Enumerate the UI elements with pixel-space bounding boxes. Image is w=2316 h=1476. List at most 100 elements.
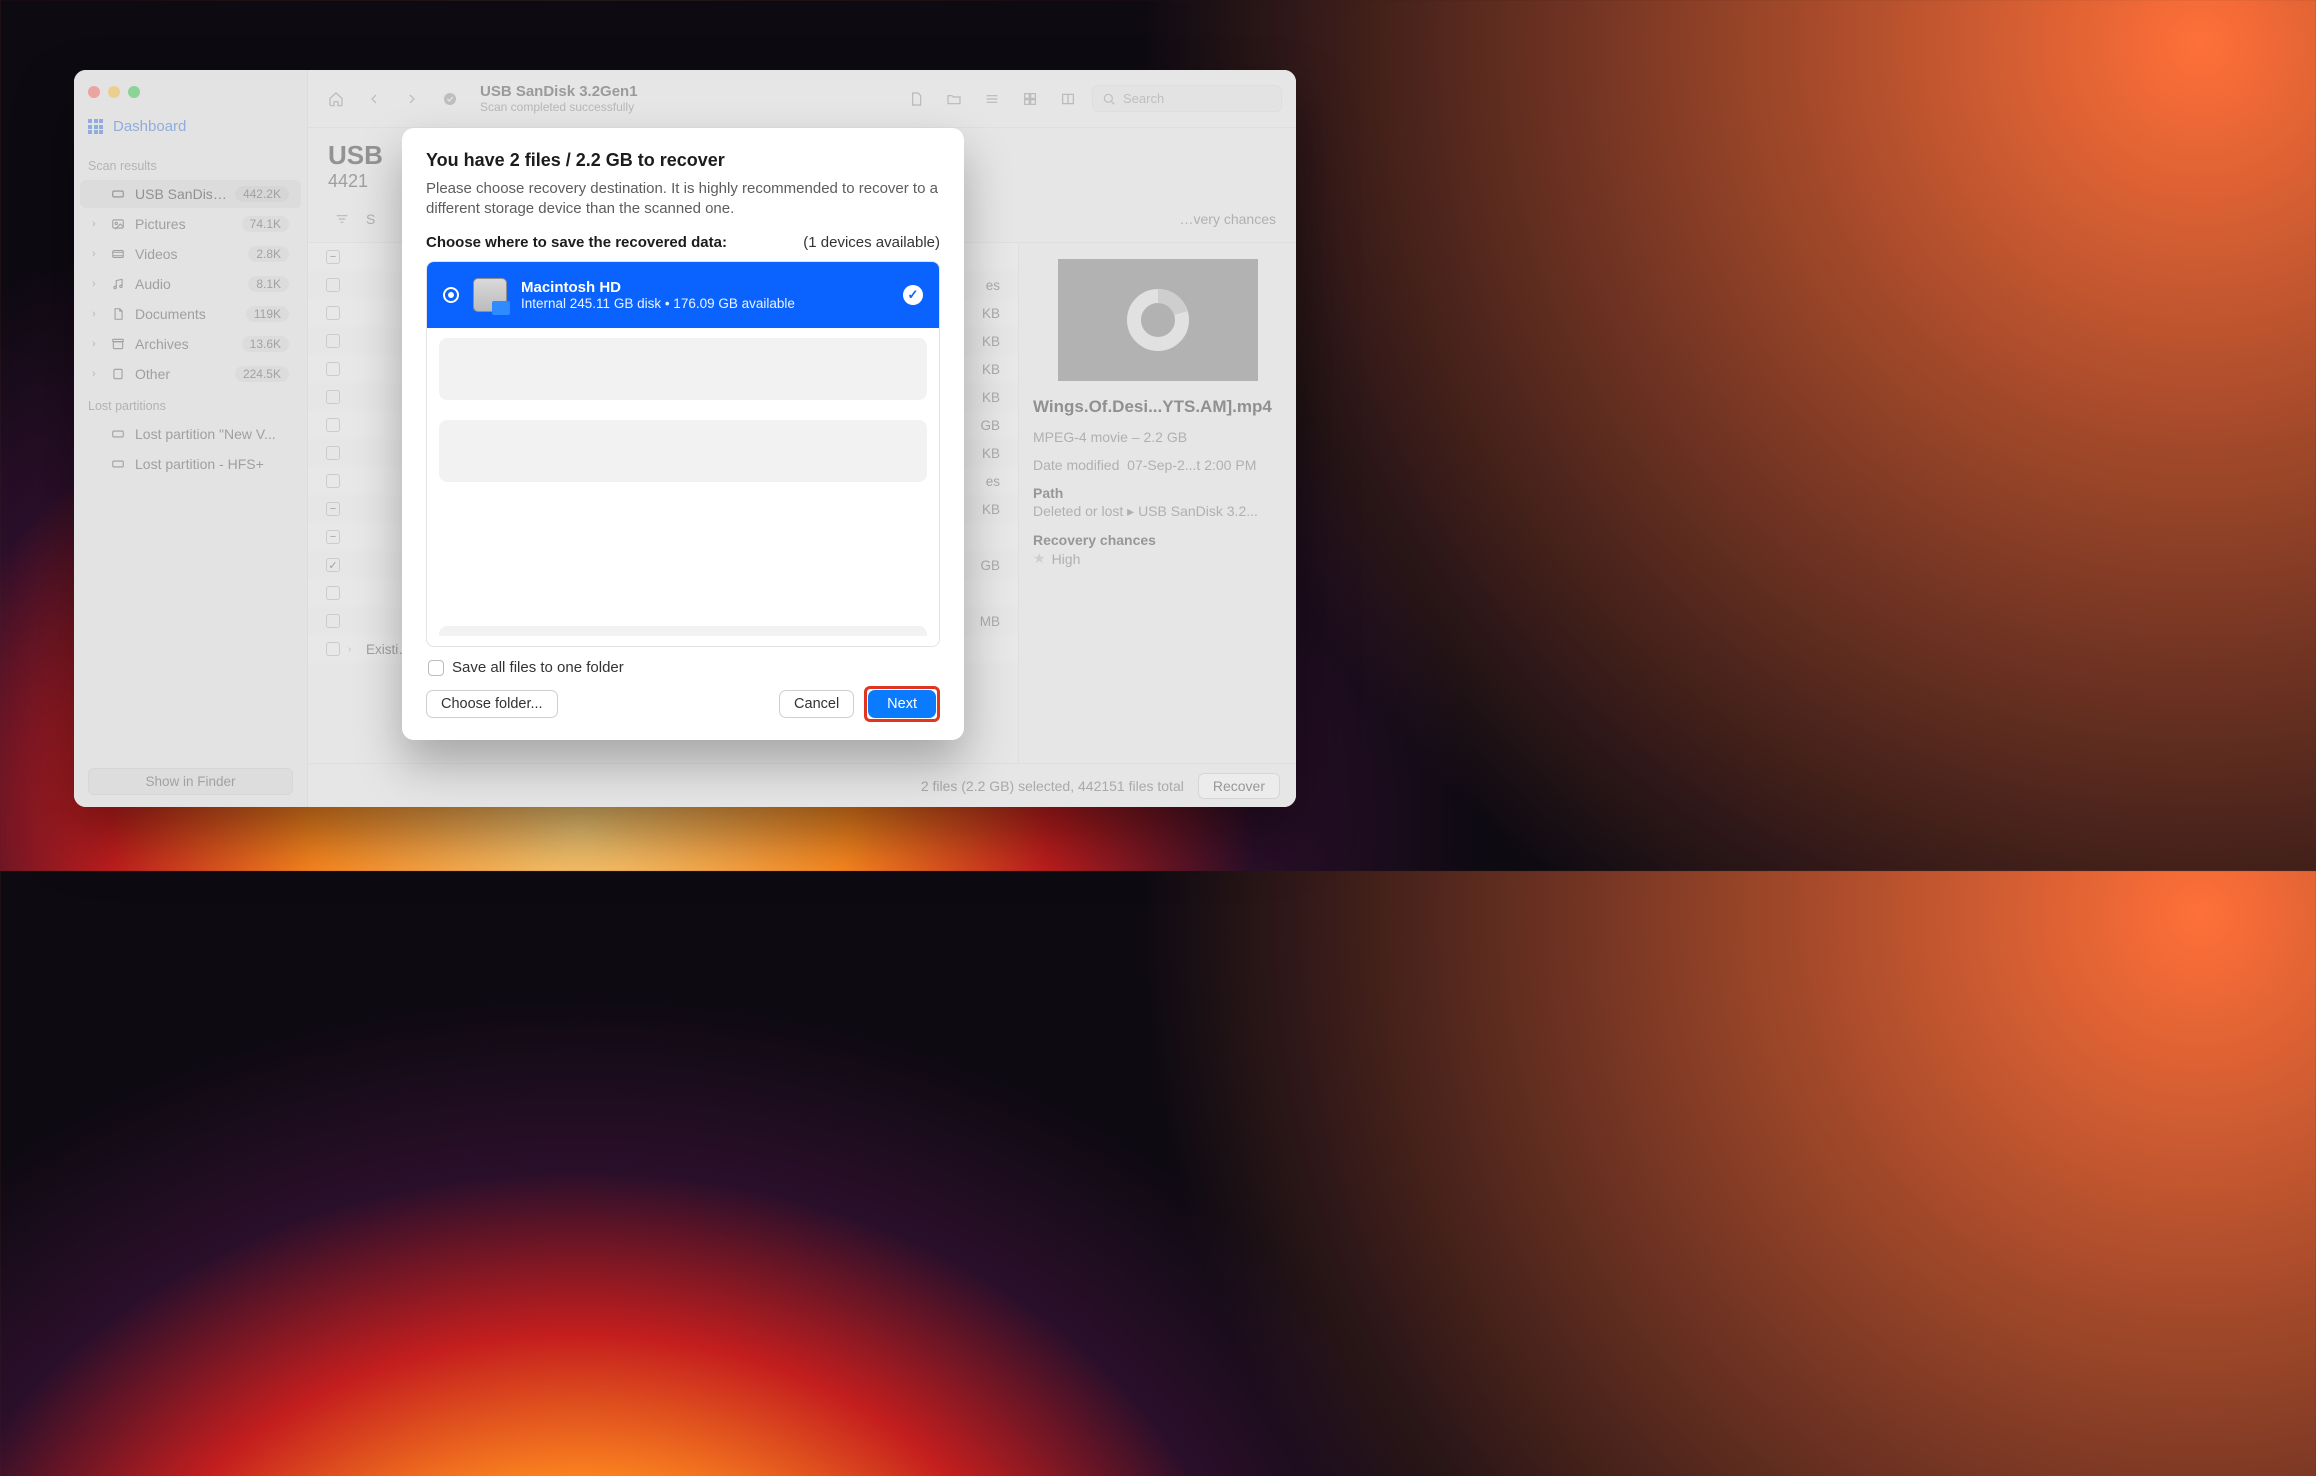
sidebar-item-audio[interactable]: › Audio 8.1K [80,270,301,298]
sidebar-item-other[interactable]: › Other 224.5K [80,360,301,388]
sidebar-item-badge: 224.5K [235,366,289,382]
drive-icon [109,187,127,201]
dialog-subheader: Choose where to save the recovered data:… [426,234,940,251]
save-all-to-one-folder-option[interactable]: Save all files to one folder [426,647,940,686]
preview-filename: Wings.Of.Desi...YTS.AM].mp4 [1033,397,1282,417]
choose-folder-button[interactable]: Choose folder... [426,690,558,718]
search-field[interactable]: Search [1092,85,1282,112]
sidebar-item-lost-partition[interactable]: Lost partition - HFS+ [80,450,301,478]
row-checkbox[interactable] [326,446,340,460]
sidebar-item-label: Documents [135,306,238,322]
sidebar-item-badge: 442.2K [235,186,289,202]
row-checkbox[interactable] [326,614,340,628]
preview-date-modified: Date modified 07-Sep-2...t 2:00 PM [1033,457,1282,473]
minimize-window-button[interactable] [108,86,120,98]
choose-destination-label: Choose where to save the recovered data: [426,234,727,251]
toolbar-title-block: USB SanDisk 3.2Gen1 Scan completed succe… [480,83,638,114]
chevron-right-icon: › [348,644,358,655]
nav-back-button[interactable] [360,86,388,112]
sidebar-item-videos[interactable]: › Videos 2.8K [80,240,301,268]
sidebar: Dashboard Scan results USB SanDisk... 44… [74,70,308,807]
preview-thumbnail [1058,259,1258,381]
row-checkbox[interactable] [326,474,340,488]
device-placeholder [439,420,927,482]
sidebar-item-archives[interactable]: › Archives 13.6K [80,330,301,358]
cancel-button[interactable]: Cancel [779,690,854,718]
sidebar-item-label: Audio [135,276,240,292]
loading-ring-icon [1123,285,1193,355]
view-list-button[interactable] [978,86,1006,112]
zoom-window-button[interactable] [128,86,140,98]
dashboard-icon [88,119,103,134]
device-details: Internal 245.11 GB disk • 176.09 GB avai… [521,296,889,311]
pictures-icon [109,217,127,231]
recovery-destination-dialog: You have 2 files / 2.2 GB to recover Ple… [402,128,964,740]
row-checkbox[interactable] [326,558,340,572]
row-checkbox[interactable] [326,306,340,320]
sidebar-item-badge: 2.8K [248,246,289,262]
drive-icon [109,427,127,441]
next-button[interactable]: Next [868,690,936,718]
status-completed-icon [436,86,464,112]
row-checkbox[interactable] [326,362,340,376]
window-controls [74,78,307,112]
row-checkbox[interactable] [326,530,340,544]
preview-pane: Wings.Of.Desi...YTS.AM].mp4 MPEG-4 movie… [1018,243,1296,763]
close-window-button[interactable] [88,86,100,98]
chevron-right-icon: › [92,218,101,230]
filter-button[interactable] [328,206,356,232]
status-summary: 2 files (2.2 GB) selected, 442151 files … [921,778,1184,794]
lost-partitions-section-label: Lost partitions [74,389,307,419]
show-in-finder-button[interactable]: Show in Finder [88,768,293,795]
device-placeholder [439,626,927,636]
archives-icon [109,337,127,351]
checkmark-icon: ✓ [903,285,923,305]
sidebar-item-pictures[interactable]: › Pictures 74.1K [80,210,301,238]
device-item-macintosh-hd[interactable]: Macintosh HD Internal 245.11 GB disk • 1… [427,262,939,328]
device-list: Macintosh HD Internal 245.11 GB disk • 1… [426,261,940,648]
sidebar-item-label: Videos [135,246,240,262]
row-checkbox[interactable] [326,418,340,432]
toolbar-subtitle: Scan completed successfully [480,100,638,114]
row-checkbox[interactable] [326,250,340,264]
sidebar-item-label: USB SanDisk... [135,186,227,202]
dialog-footer: Choose folder... Cancel Next [426,686,940,722]
row-checkbox[interactable] [326,586,340,600]
recover-button[interactable]: Recover [1198,773,1280,799]
search-icon [1101,91,1117,107]
videos-icon [109,247,127,261]
chevron-right-icon: › [92,278,101,290]
save-all-label: Save all files to one folder [452,659,624,676]
dialog-heading: You have 2 files / 2.2 GB to recover [426,150,940,171]
dashboard-label: Dashboard [113,118,186,135]
sidebar-item-label: Other [135,366,227,382]
documents-icon [109,307,127,321]
view-folder-button[interactable] [940,86,968,112]
dialog-description: Please choose recovery destination. It i… [426,179,940,220]
row-checkbox[interactable] [326,278,340,292]
dashboard-nav[interactable]: Dashboard [74,112,307,149]
view-grid-button[interactable] [1016,86,1044,112]
toolbar-title: USB SanDisk 3.2Gen1 [480,83,638,100]
filter-label-fragment: S [366,211,375,227]
nav-forward-button[interactable] [398,86,426,112]
sidebar-item-drive[interactable]: USB SanDisk... 442.2K [80,180,301,208]
view-file-button[interactable] [902,86,930,112]
row-checkbox[interactable] [326,334,340,348]
row-checkbox[interactable] [326,502,340,516]
chevron-right-icon: › [92,308,101,320]
view-columns-button[interactable] [1054,86,1082,112]
sidebar-item-lost-partition[interactable]: Lost partition "New V... [80,420,301,448]
sidebar-item-documents[interactable]: › Documents 119K [80,300,301,328]
sidebar-item-label: Lost partition "New V... [135,426,289,442]
devices-available-label: (1 devices available) [803,234,940,251]
row-checkbox[interactable] [326,642,340,656]
home-button[interactable] [322,86,350,112]
column-header-fragment: …very chances [1180,211,1276,227]
sidebar-item-badge: 119K [246,306,289,322]
chevron-right-icon: › [92,338,101,350]
row-checkbox[interactable] [326,390,340,404]
search-placeholder: Search [1123,91,1164,106]
device-name: Macintosh HD [521,279,889,296]
preview-path: Path Deleted or lost ▸ USB SanDisk 3.2..… [1033,485,1282,520]
